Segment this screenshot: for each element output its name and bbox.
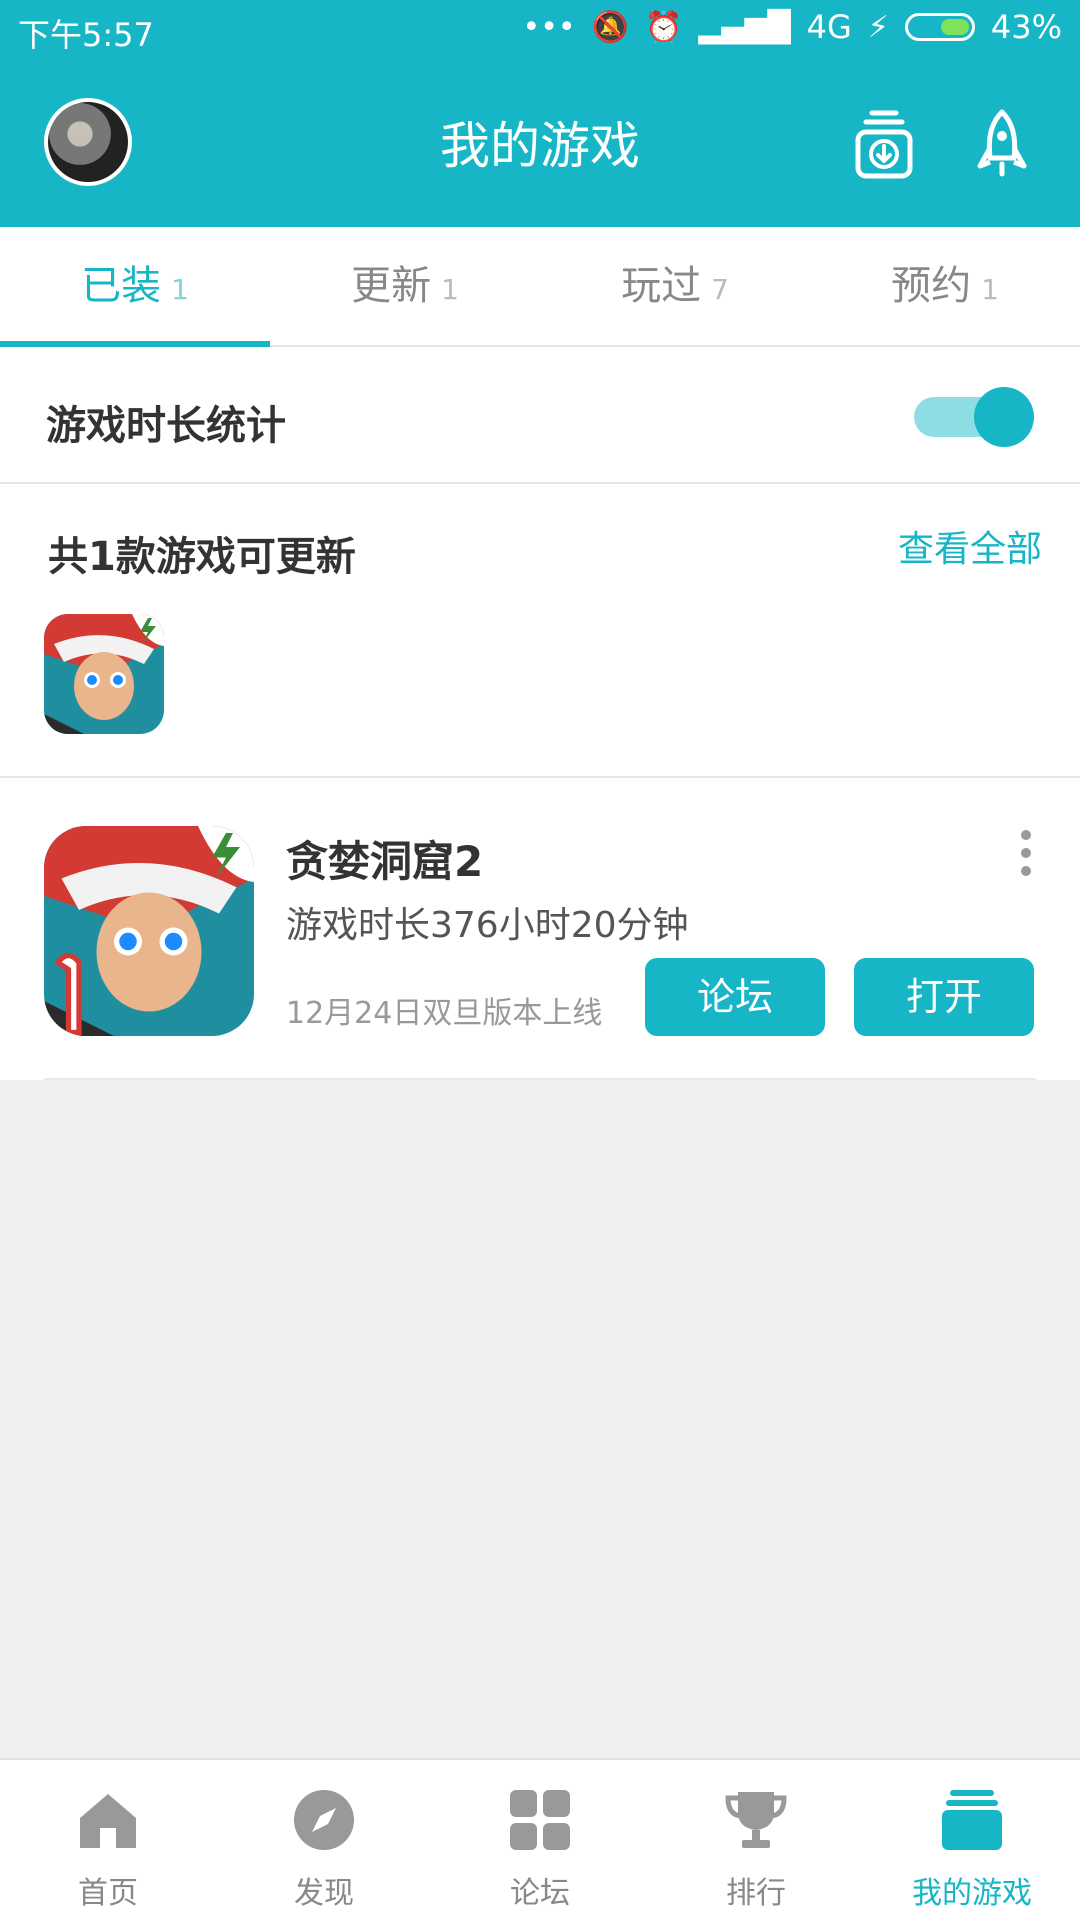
trophy-icon bbox=[725, 1792, 787, 1848]
rocket-icon[interactable] bbox=[970, 108, 1034, 180]
tab-count: 7 bbox=[711, 273, 729, 306]
game-update-note: 12月24日双旦版本上线 bbox=[286, 996, 603, 1031]
playtime-stats-toggle[interactable] bbox=[914, 387, 1034, 447]
view-all-link[interactable]: 查看全部 bbox=[898, 520, 1042, 572]
mute-icon: 🔕 bbox=[591, 9, 629, 45]
nav-label: 发现 bbox=[294, 1876, 354, 1911]
tab-installed[interactable]: 已装 1 bbox=[0, 227, 270, 347]
games-stack-icon bbox=[942, 1790, 1002, 1850]
game-name: 贪婪洞窟2 bbox=[286, 837, 484, 886]
divider bbox=[44, 1078, 1036, 1080]
tab-label: 已装 bbox=[81, 263, 162, 309]
tab-count: 1 bbox=[171, 273, 189, 306]
nav-home[interactable]: 首页 bbox=[0, 1760, 216, 1922]
signal-icon: ▂▄▆█ bbox=[698, 9, 791, 45]
status-icons: ••• 🔕 ⏰ ▂▄▆█ 4G ⚡ 43% bbox=[523, 8, 1062, 46]
tab-bar: 已装 1 更新 1 玩过 7 预约 1 bbox=[0, 227, 1080, 347]
more-notifications-icon: ••• bbox=[522, 9, 576, 45]
nav-label: 我的游戏 bbox=[912, 1876, 1032, 1911]
playtime-stats-label: 游戏时长统计 bbox=[46, 403, 286, 449]
tab-reserved[interactable]: 预约 1 bbox=[810, 227, 1080, 345]
nav-label: 论坛 bbox=[510, 1876, 570, 1911]
compass-icon bbox=[294, 1790, 354, 1850]
bottom-nav: 首页 发现 论坛 排行 我的游戏 bbox=[0, 1758, 1080, 1922]
toggle-knob bbox=[974, 387, 1034, 447]
nav-ranking[interactable]: 排行 bbox=[648, 1760, 864, 1922]
network-type: 4G bbox=[806, 8, 852, 46]
nav-discover[interactable]: 发现 bbox=[216, 1760, 432, 1922]
game-card: 贪婪洞窟2 游戏时长376小时20分钟 12月24日双旦版本上线 论坛 打开 bbox=[0, 778, 1080, 1080]
top-bar: 下午5:57 ••• 🔕 ⏰ ▂▄▆█ 4G ⚡ 43% 我的游戏 bbox=[0, 0, 1080, 227]
charging-icon: ⚡ bbox=[867, 9, 889, 45]
forum-button[interactable]: 论坛 bbox=[645, 958, 825, 1036]
tab-played[interactable]: 玩过 7 bbox=[540, 227, 810, 345]
nav-my-games[interactable]: 我的游戏 bbox=[864, 1760, 1080, 1922]
status-bar: 下午5:57 ••• 🔕 ⏰ ▂▄▆█ 4G ⚡ 43% bbox=[0, 0, 1080, 60]
updates-section: 共1款游戏可更新 查看全部 bbox=[0, 484, 1080, 778]
more-options-icon[interactable] bbox=[1016, 830, 1036, 890]
app-header: 我的游戏 bbox=[0, 60, 1080, 227]
download-box-icon[interactable] bbox=[852, 108, 916, 180]
tab-label: 玩过 bbox=[621, 263, 702, 309]
game-icon-small[interactable] bbox=[44, 614, 164, 734]
alarm-icon: ⏰ bbox=[644, 9, 683, 45]
home-icon bbox=[80, 1794, 136, 1848]
nav-label: 首页 bbox=[78, 1876, 138, 1911]
tab-count: 1 bbox=[441, 273, 459, 306]
open-button[interactable]: 打开 bbox=[854, 958, 1034, 1036]
game-playtime: 游戏时长376小时20分钟 bbox=[286, 905, 689, 946]
page-title: 我的游戏 bbox=[440, 117, 640, 175]
battery-icon bbox=[904, 13, 975, 41]
grid-icon bbox=[510, 1790, 570, 1850]
game-icon[interactable] bbox=[44, 826, 254, 1036]
status-time: 下午5:57 bbox=[18, 16, 154, 54]
battery-percent: 43% bbox=[990, 8, 1062, 46]
nav-forum[interactable]: 论坛 bbox=[432, 1760, 648, 1922]
tab-label: 更新 bbox=[351, 263, 432, 309]
tab-label: 预约 bbox=[891, 263, 972, 309]
playtime-stats-row: 游戏时长统计 bbox=[0, 347, 1080, 484]
tab-count: 1 bbox=[981, 273, 999, 306]
updates-title: 共1款游戏可更新 bbox=[48, 534, 356, 580]
tab-updates[interactable]: 更新 1 bbox=[270, 227, 540, 345]
nav-label: 排行 bbox=[726, 1876, 786, 1911]
